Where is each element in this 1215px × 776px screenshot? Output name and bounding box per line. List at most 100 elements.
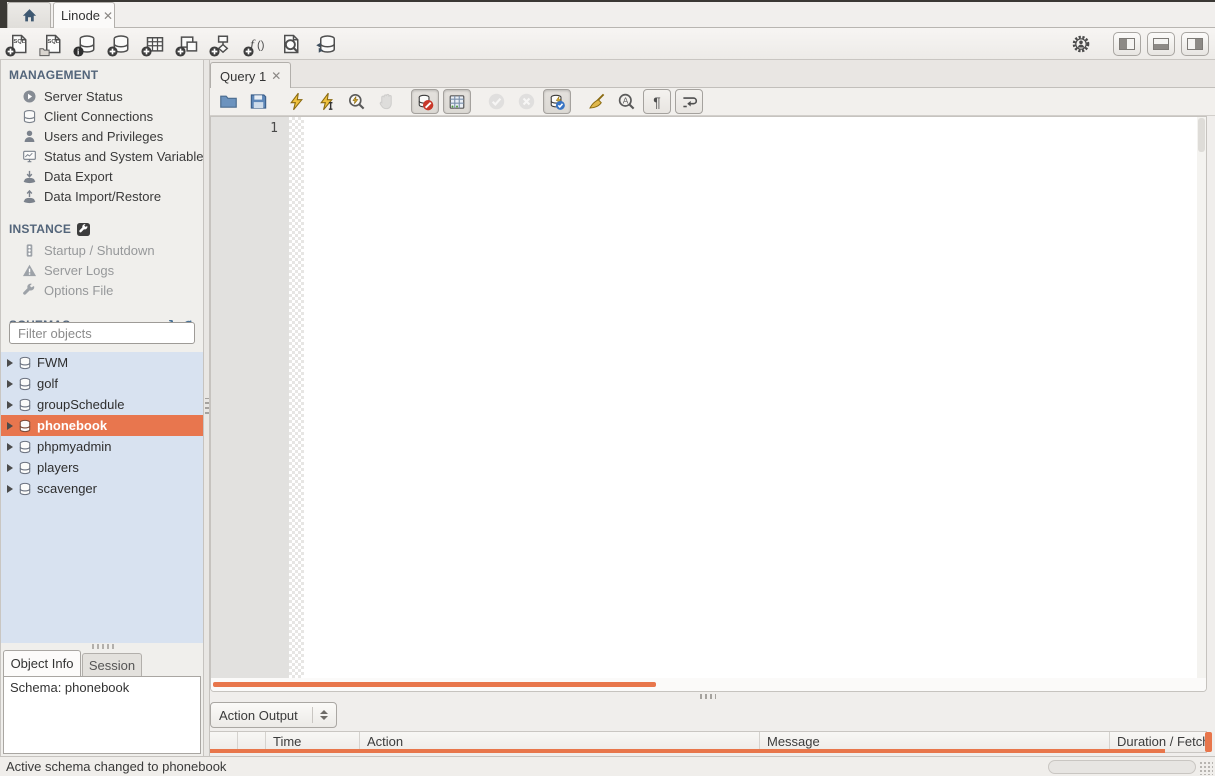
schema-row-players[interactable]: players [1, 457, 204, 478]
mysql-workbench-window: Linode ✕ MANAGEMENT Server Status Client… [0, 0, 1215, 776]
scrollbar-thumb[interactable] [213, 682, 656, 687]
autocommit-toggle[interactable] [543, 89, 571, 114]
connection-tabbar: Linode ✕ [0, 0, 1215, 28]
create-table-button[interactable] [142, 32, 168, 56]
progress-indicator [1048, 760, 1196, 774]
line-number: 1 [270, 121, 278, 136]
info-tabs: Object Info Session [1, 650, 204, 676]
resize-grip[interactable] [1199, 761, 1213, 775]
sql-editor-toolbar: ¶ [210, 88, 1215, 116]
left-panel-icon [1119, 38, 1135, 50]
status-bar: Active schema changed to phonebook [0, 756, 1215, 776]
schema-row-groupschedule[interactable]: groupSchedule [1, 394, 204, 415]
schema-row-phonebook[interactable]: phonebook [1, 415, 204, 436]
sidebar-item-data-export[interactable]: Data Export [1, 166, 203, 186]
expander-icon[interactable] [7, 401, 13, 409]
stop-on-error-toggle[interactable] [411, 89, 439, 114]
close-icon[interactable]: ✕ [271, 70, 281, 82]
administrator-icon[interactable] [1071, 34, 1091, 54]
rollback-button [513, 90, 539, 114]
expander-icon[interactable] [7, 380, 13, 388]
bottom-panel-icon [1153, 38, 1169, 50]
create-procedure-button[interactable] [210, 32, 236, 56]
expander-icon[interactable] [7, 485, 13, 493]
toggle-left-panel-button[interactable] [1113, 32, 1141, 56]
search-table-data-button[interactable] [278, 32, 304, 56]
scrollbar-thumb[interactable] [1198, 118, 1205, 152]
output-horizontal-scrollbar-thumb[interactable] [210, 749, 1165, 753]
beautify-script-button[interactable] [583, 90, 609, 114]
window-left-edge [0, 0, 7, 28]
schema-row-scavenger[interactable]: scavenger [1, 478, 204, 499]
sidebar-splitter[interactable] [203, 60, 210, 756]
expander-icon[interactable] [7, 443, 13, 451]
instance-section-title: INSTANCE [1, 214, 203, 240]
schema-row-fwm[interactable]: FWM [1, 352, 204, 373]
execute-query-button[interactable] [283, 90, 309, 114]
selector-spinner [312, 707, 328, 723]
sql-editor[interactable]: 1 [210, 116, 1207, 692]
stop-query-button [373, 90, 399, 114]
sidebar-item-users-privileges[interactable]: Users and Privileges [1, 126, 203, 146]
output-view-selector[interactable]: Action Output [210, 702, 337, 728]
expander-icon[interactable] [7, 422, 13, 430]
create-function-button[interactable] [244, 32, 270, 56]
editor-content[interactable] [304, 117, 1197, 679]
schema-filter-box [9, 322, 195, 344]
sidebar-item-client-connections[interactable]: Client Connections [1, 106, 203, 126]
toggle-bottom-panel-button[interactable] [1147, 32, 1175, 56]
toggle-right-panel-button[interactable] [1181, 32, 1209, 56]
editor-horizontal-scrollbar[interactable] [211, 678, 1207, 691]
sidebar: MANAGEMENT Server Status Client Connecti… [0, 60, 203, 756]
chevron-up-icon[interactable] [320, 710, 328, 714]
schema-icon [18, 440, 32, 454]
expander-icon[interactable] [7, 464, 13, 472]
output-splitter[interactable] [210, 692, 1215, 700]
open-sql-script-button[interactable] [40, 32, 66, 56]
home-tab[interactable] [7, 2, 51, 28]
object-info-panel: Schema: phonebook [3, 676, 201, 754]
close-icon[interactable]: ✕ [103, 10, 113, 22]
limit-rows-toggle[interactable] [443, 89, 471, 114]
client-connections-icon [22, 109, 37, 124]
sidebar-item-startup-shutdown[interactable]: Startup / Shutdown [1, 240, 203, 260]
new-sql-tab-button[interactable] [6, 32, 32, 56]
query-tab-label: Query 1 [220, 69, 266, 84]
inspect-database-button[interactable] [74, 32, 100, 56]
info-panel-splitter[interactable] [1, 643, 204, 650]
startup-shutdown-icon [22, 243, 37, 258]
schema-tree: FWM golf groupSchedule phonebook phpmyad… [1, 352, 204, 643]
explain-query-button[interactable] [343, 90, 369, 114]
main-area: Query 1 ✕ ¶ 1 [210, 60, 1215, 756]
connection-tab-linode[interactable]: Linode ✕ [53, 2, 115, 28]
save-script-button[interactable] [245, 90, 271, 114]
output-view-label: Action Output [219, 708, 298, 723]
schema-row-phpmyadmin[interactable]: phpmyadmin [1, 436, 204, 457]
query-tab-1[interactable]: Query 1 ✕ [210, 62, 291, 89]
schema-filter-input[interactable] [18, 326, 194, 341]
schema-row-golf[interactable]: golf [1, 373, 204, 394]
tab-session[interactable]: Session [82, 653, 142, 676]
execute-current-statement-button[interactable] [313, 90, 339, 114]
sidebar-item-data-import[interactable]: Data Import/Restore [1, 186, 203, 206]
reconnect-dbms-button[interactable] [312, 32, 338, 56]
users-icon [22, 129, 37, 144]
find-button[interactable] [613, 90, 639, 114]
sidebar-item-options-file[interactable]: Options File [1, 280, 203, 300]
wrap-text-toggle[interactable] [675, 89, 703, 114]
expander-icon[interactable] [7, 359, 13, 367]
editor-vertical-scrollbar[interactable] [1197, 117, 1206, 679]
sidebar-item-server-logs[interactable]: Server Logs [1, 260, 203, 280]
schema-icon [18, 482, 32, 496]
create-schema-button[interactable] [108, 32, 134, 56]
query-tabbar: Query 1 ✕ [210, 60, 1215, 88]
sidebar-item-server-status[interactable]: Server Status [1, 86, 203, 106]
output-vertical-scrollbar-thumb[interactable] [1205, 732, 1212, 752]
status-message: Active schema changed to phonebook [6, 759, 226, 774]
sidebar-item-system-variables[interactable]: Status and System Variables [1, 146, 203, 166]
open-file-button[interactable] [215, 90, 241, 114]
show-invisibles-toggle[interactable]: ¶ [643, 89, 671, 114]
tab-object-info[interactable]: Object Info [3, 650, 81, 676]
chevron-down-icon[interactable] [320, 716, 328, 720]
create-view-button[interactable] [176, 32, 202, 56]
